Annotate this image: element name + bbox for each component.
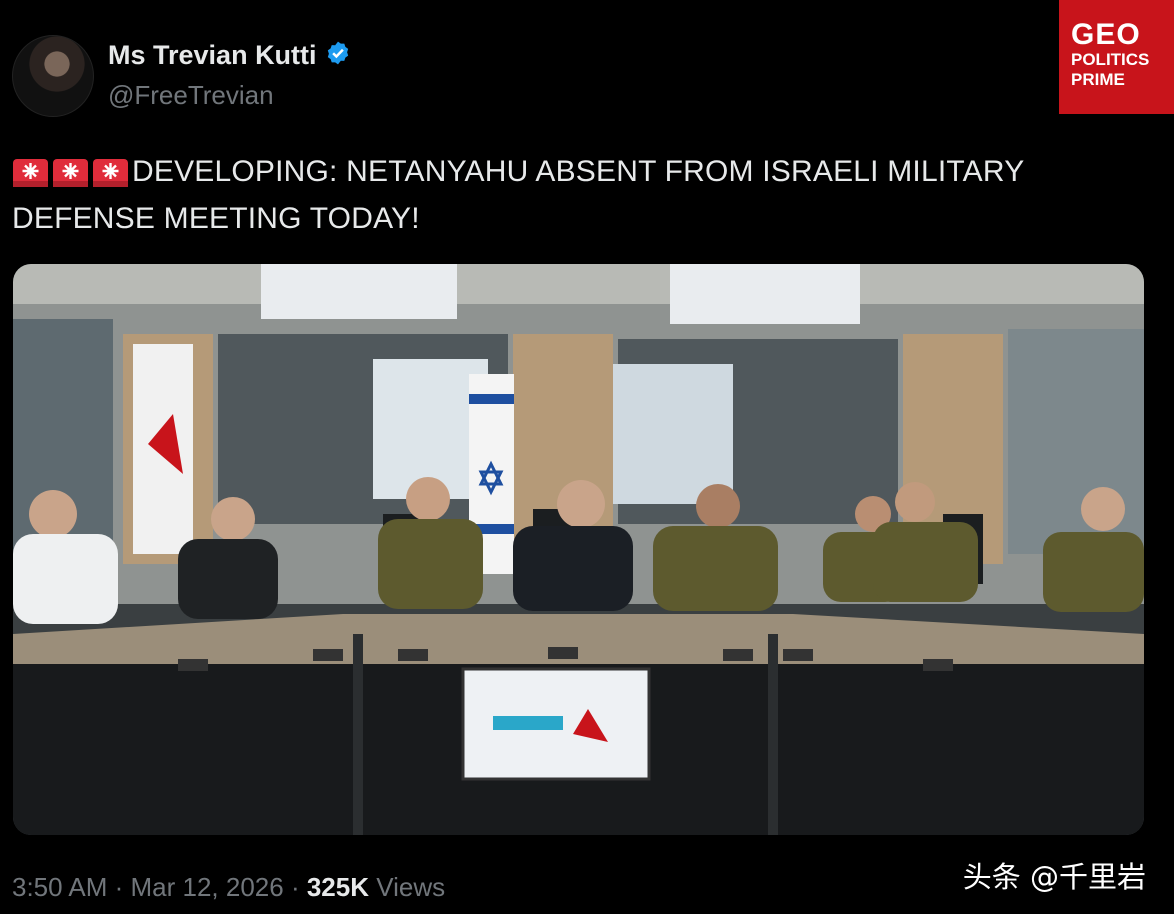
publisher-logo: GEO POLITICS PRIME <box>1059 0 1174 114</box>
logo-line-3: PRIME <box>1071 70 1125 89</box>
views-label: Views <box>369 872 446 902</box>
watermark: 头条 @千里岩 <box>962 860 1146 894</box>
tweet-body: DEVELOPING: NETANYAHU ABSENT FROM ISRAEL… <box>12 155 1024 235</box>
tweet-meta: 3:50 AM · Mar 12, 2026 · 325K Views <box>12 872 445 903</box>
author-handle[interactable]: @FreeTrevian <box>108 80 274 111</box>
verified-badge-icon <box>325 40 351 71</box>
logo-line-2: POLITICS <box>1071 50 1150 69</box>
siren-icon <box>52 151 89 187</box>
tweet-image[interactable] <box>13 264 1144 835</box>
tweet-text: DEVELOPING: NETANYAHU ABSENT FROM ISRAEL… <box>12 148 1132 242</box>
tweet-date[interactable]: Mar 12, 2026 <box>131 872 284 902</box>
siren-icon <box>92 151 129 187</box>
tweet-time[interactable]: 3:50 AM <box>12 872 107 902</box>
views-count: 325K <box>306 872 369 902</box>
logo-line-1: GEO <box>1071 18 1141 51</box>
author-name[interactable]: Ms Trevian Kutti <box>108 40 317 71</box>
avatar[interactable] <box>12 35 94 117</box>
siren-icon <box>12 151 49 187</box>
meta-separator: · <box>107 872 131 902</box>
meta-separator: · <box>283 872 307 902</box>
